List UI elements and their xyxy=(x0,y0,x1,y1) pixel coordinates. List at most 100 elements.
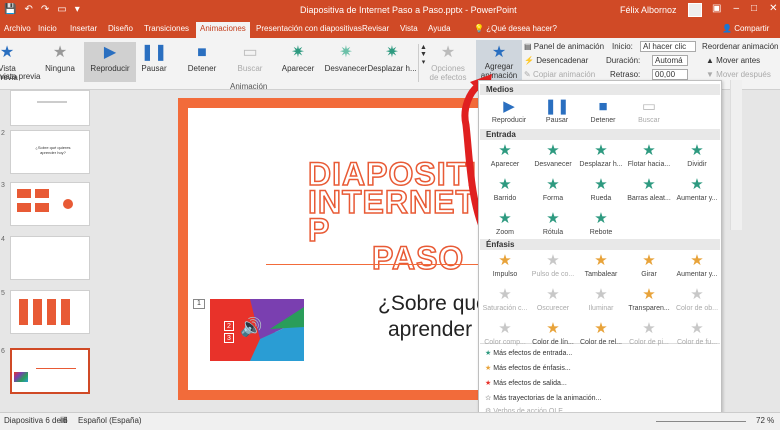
slide[interactable]: DIAPOSITI INTERNET P PASO ¿Sobre qué apr… xyxy=(178,98,498,400)
ribbon-options-icon[interactable]: ▣ xyxy=(712,3,721,14)
delay-input[interactable]: 00,00 xyxy=(652,69,688,80)
tab-insertar[interactable]: Insertar xyxy=(70,24,97,33)
minimize-icon[interactable]: – xyxy=(733,3,739,14)
effect-option[interactable]: ★ Flotar hacia... xyxy=(625,141,673,177)
anim-label: Desplazar h... xyxy=(367,64,417,73)
effect-option[interactable]: ★ Aumentar y... xyxy=(673,251,721,287)
spelling-icon[interactable]: ▤ xyxy=(60,415,68,424)
move-earlier-button[interactable]: ▲ Mover antes xyxy=(706,56,760,65)
anim-label: Reproducir xyxy=(90,64,130,73)
anim-fade[interactable]: ✷ Desvanecer xyxy=(320,42,372,82)
appear-star-icon: ✷ xyxy=(291,44,305,61)
effect-option[interactable]: ★ Transparen... xyxy=(625,285,673,321)
slide-thumb-5[interactable] xyxy=(10,290,90,334)
effect-option[interactable]: ★ Color de lín... xyxy=(529,319,577,355)
effect-option[interactable]: ★ Impulso xyxy=(481,251,529,287)
effect-label: Tambalear xyxy=(584,271,618,278)
effect-option[interactable]: ★ Rueda xyxy=(577,175,625,211)
close-icon[interactable]: ✕ xyxy=(769,3,777,14)
effect-star-icon: ★ xyxy=(690,252,704,269)
effect-option: ★ Oscurecer xyxy=(529,285,577,321)
thumb-text: ¿Sobre qué quieres aprender hoy? xyxy=(35,145,71,155)
effect-option[interactable]: ★ Zoom xyxy=(481,209,529,245)
thumb-number: 5 xyxy=(1,290,5,297)
tab-animaciones[interactable]: Animaciones xyxy=(196,22,250,38)
effect-option[interactable]: ★ Aumentar y... xyxy=(673,175,721,211)
effect-label: Barrido xyxy=(493,195,517,202)
effect-pause[interactable]: ❚❚ Pausar xyxy=(533,97,581,133)
start-select[interactable]: Al hacer clic xyxy=(640,41,696,52)
media-badge-2: 2 xyxy=(224,321,234,331)
effect-star-icon: ★ xyxy=(498,142,512,159)
effect-star-icon: ★ xyxy=(594,252,608,269)
effect-label: Rueda xyxy=(590,195,612,202)
slide-thumb-2[interactable]: ¿Sobre qué quieres aprender hoy? xyxy=(10,130,90,174)
customize-qat-icon[interactable]: ▾ xyxy=(75,4,80,15)
effect-option[interactable]: ★ Barras aleat... xyxy=(625,175,673,211)
user-name[interactable]: Félix Albornoz xyxy=(620,5,677,15)
slide-thumb-3[interactable] xyxy=(10,182,90,226)
save-icon[interactable]: 💾 xyxy=(4,4,16,15)
effect-stop[interactable]: ■ Detener xyxy=(579,97,627,133)
anim-fly-in[interactable]: ✷ Desplazar h... xyxy=(366,42,418,82)
tab-inicio[interactable]: Inicio xyxy=(38,24,57,33)
zoom-level[interactable]: 72 % xyxy=(756,416,774,425)
effect-option[interactable]: ★ Desvanecer xyxy=(529,141,577,177)
effect-option[interactable]: ★ Girar xyxy=(625,251,673,287)
effect-star-icon: ★ xyxy=(690,176,704,193)
effect-option[interactable]: ★ Aparecer xyxy=(481,141,529,177)
tab-transiciones[interactable]: Transiciones xyxy=(144,24,189,33)
slide-thumbnails-panel[interactable]: 2 ¿Sobre qué quieres aprender hoy? 3 4 5… xyxy=(0,90,96,412)
quick-access-toolbar: 💾 ↶ ↷ ▭ ▾ xyxy=(4,4,80,15)
anim-label: Desvanecer xyxy=(324,64,368,73)
tell-me-search[interactable]: 💡 ¿Qué desea hacer? xyxy=(474,24,557,33)
effect-star-icon: ★ xyxy=(594,176,608,193)
slide-thumb-6[interactable] xyxy=(10,348,90,394)
effect-play[interactable]: ▶ Reproducir xyxy=(485,97,533,133)
tab-revisar[interactable]: Revisar xyxy=(362,24,389,33)
slide-thumb-4[interactable] xyxy=(10,236,90,280)
pause-icon: ❚❚ xyxy=(140,44,168,61)
add-animation-dropdown[interactable]: Medios ▶ Reproducir ❚❚ Pausar ■ Detener ▭ Bu… xyxy=(478,80,722,415)
effect-option[interactable]: ★ Tambalear xyxy=(577,251,625,287)
anim-appear[interactable]: ✷ Aparecer xyxy=(272,42,324,82)
animation-painter-button: ✎ Copiar animación xyxy=(524,70,595,79)
more-emphasis-effects[interactable]: ★ Más efectos de énfasis... xyxy=(485,364,571,372)
avatar[interactable] xyxy=(688,3,702,17)
preview-star-icon: ★ xyxy=(0,44,15,61)
dropdown-scrollbar[interactable] xyxy=(730,80,742,230)
effect-option[interactable]: ★ Dividir xyxy=(673,141,721,177)
anim-none[interactable]: ★ Ninguna xyxy=(34,42,86,82)
effect-option[interactable]: ★ Rebote xyxy=(577,209,625,245)
anim-stop[interactable]: ■ Detener xyxy=(176,42,228,82)
slide-thumb-1[interactable] xyxy=(10,90,90,126)
tab-presentacion[interactable]: Presentación con diapositivas xyxy=(256,24,362,33)
effect-option[interactable]: ★ Rótula xyxy=(529,209,577,245)
anim-pause[interactable]: ❚❚ Pausar xyxy=(128,42,180,82)
language[interactable]: Español (España) xyxy=(78,416,142,425)
effect-star-icon: ★ xyxy=(642,252,656,269)
tab-archivo[interactable]: Archivo xyxy=(4,24,31,33)
share-button[interactable]: 👤 Compartir xyxy=(722,24,769,33)
effect-option[interactable]: ★ Color de rel... xyxy=(577,319,625,355)
ribbon-tabs: Archivo Inicio Insertar Diseño Transicio… xyxy=(0,22,780,38)
anim-label: Detener xyxy=(187,64,217,73)
zoom-slider[interactable] xyxy=(656,421,746,422)
media-object[interactable]: 🔊 2 3 xyxy=(210,299,304,361)
duration-input[interactable]: Automá xyxy=(652,55,688,66)
undo-icon[interactable]: ↶ xyxy=(24,4,32,15)
tab-diseno[interactable]: Diseño xyxy=(108,24,133,33)
effect-option[interactable]: ★ Barrido xyxy=(481,175,529,211)
tab-vista[interactable]: Vista xyxy=(400,24,418,33)
more-motion-paths[interactable]: ☆ Más trayectorias de la animación... xyxy=(485,394,601,402)
maximize-icon[interactable]: □ xyxy=(751,3,757,14)
tab-ayuda[interactable]: Ayuda xyxy=(428,24,451,33)
more-exit-effects[interactable]: ★ Más efectos de salida... xyxy=(485,379,567,387)
start-presentation-icon[interactable]: ▭ xyxy=(57,4,66,15)
redo-icon[interactable]: ↷ xyxy=(41,4,49,15)
trigger-button[interactable]: ⚡ Desencadenar xyxy=(524,56,588,65)
effect-option[interactable]: ★ Forma xyxy=(529,175,577,211)
animation-pane-button[interactable]: ▤ Panel de animación xyxy=(524,42,604,51)
effect-option[interactable]: ★ Desplazar h... xyxy=(577,141,625,177)
section-entrada: Entrada xyxy=(480,129,720,140)
